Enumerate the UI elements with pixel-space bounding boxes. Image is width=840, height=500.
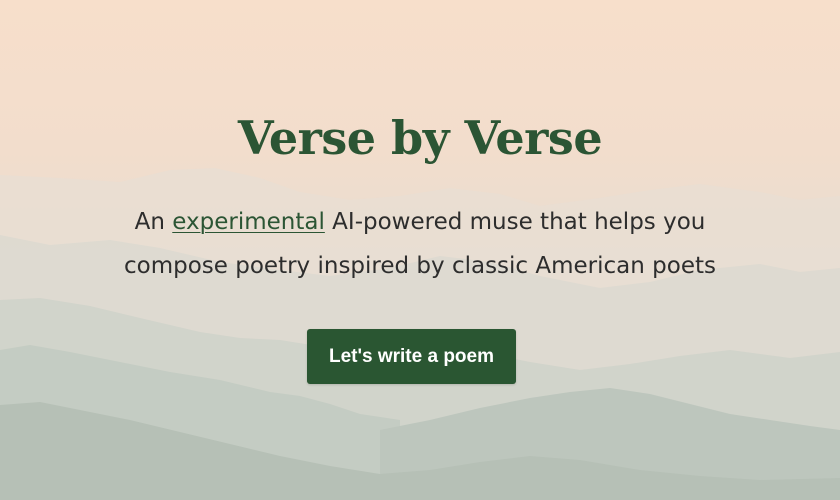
hero-subtitle: An experimental AI-powered muse that hel… <box>80 200 760 288</box>
write-poem-button[interactable]: Let's write a poem <box>307 329 516 384</box>
page-title: Verse by Verse <box>237 111 603 165</box>
subtitle-prefix: An <box>134 209 173 235</box>
subtitle-line2: compose poetry inspired by classic Ameri… <box>124 253 716 279</box>
experimental-link[interactable]: experimental <box>172 209 325 235</box>
hero-content: Verse by Verse An experimental AI-powere… <box>0 0 840 500</box>
hero-section: Verse by Verse An experimental AI-powere… <box>0 0 840 500</box>
subtitle-line1-rest: AI-powered muse that helps you <box>324 209 706 235</box>
